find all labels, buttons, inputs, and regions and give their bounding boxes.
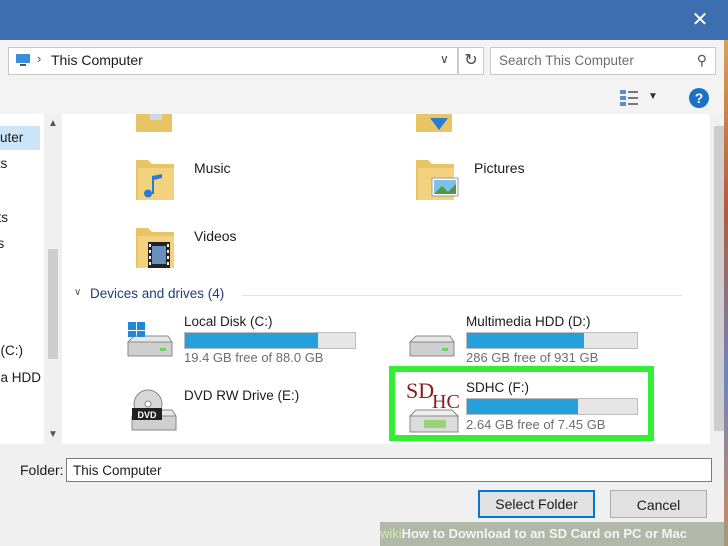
navigation-row: › This Computer ∨ ↻ Search This Computer… <box>0 40 728 82</box>
dvd-label: DVD <box>137 410 157 420</box>
capacity-bar <box>466 332 638 349</box>
scroll-up-icon[interactable]: ▲ <box>48 118 58 129</box>
watermark-text: How to Download to an SD Card on PC or M… <box>401 526 687 541</box>
hard-drive-icon <box>126 322 173 357</box>
drive-name: Local Disk (C:) <box>184 314 273 329</box>
select-folder-button[interactable]: Select Folder <box>478 490 595 518</box>
videos-folder-icon <box>136 228 174 268</box>
navigation-pane: uter cts nts ds k (C:) dia HDD ) <box>0 114 44 444</box>
title-bar: ✕ <box>0 0 728 40</box>
folder-videos[interactable]: Videos <box>134 222 364 282</box>
devices-group-header[interactable]: ∨ Devices and drives (4) <box>74 286 684 306</box>
nav-item-multimedia-hdd[interactable]: dia HDD <box>0 370 41 385</box>
capacity-bar <box>184 332 356 349</box>
search-icon[interactable]: ⚲ <box>697 52 707 69</box>
chevron-right-icon: › <box>37 51 42 66</box>
chevron-down-icon[interactable]: ∨ <box>440 52 449 66</box>
content-pane: Music Pictures Videos ∨ Devices and driv… <box>62 114 710 444</box>
drive-name: Multimedia HDD (D:) <box>466 314 591 329</box>
pictures-folder-icon <box>416 160 459 200</box>
nav-item-downloads-2[interactable]: ds <box>0 236 4 251</box>
computer-icon <box>16 54 30 66</box>
search-placeholder: Search This Computer <box>499 53 634 68</box>
close-icon[interactable]: ✕ <box>690 10 710 30</box>
capacity-fill <box>467 333 585 348</box>
watermark-wiki: wiki <box>380 526 402 541</box>
folder-field-label: Folder: <box>20 462 64 478</box>
view-options-icon[interactable] <box>620 90 638 106</box>
nav-scrollbar[interactable]: ▲ ▼ <box>44 114 62 444</box>
address-bar[interactable]: › This Computer ∨ <box>8 47 458 75</box>
drive-name: DVD RW Drive (E:) <box>184 388 300 403</box>
breadcrumb[interactable]: This Computer <box>51 52 143 68</box>
scroll-thumb[interactable] <box>714 126 724 431</box>
drive-multimedia-hdd-d[interactable]: Multimedia HDD (D:) 286 GB free of 931 G… <box>406 314 656 374</box>
downloads-folder-icon[interactable] <box>414 114 458 134</box>
nav-item-local-disk[interactable]: k (C:) <box>0 343 23 358</box>
refresh-button[interactable]: ↻ <box>458 47 484 75</box>
drive-dvd-rw-e[interactable]: DVD DVD RW Drive (E:) <box>124 388 374 444</box>
music-folder-icon <box>136 160 174 200</box>
chevron-down-icon[interactable]: ∨ <box>74 287 81 298</box>
documents-folder-icon[interactable] <box>134 114 174 134</box>
free-space-text: 286 GB free of 931 GB <box>466 350 599 365</box>
help-icon[interactable]: ? <box>689 88 709 108</box>
folder-label: Music <box>194 160 231 176</box>
nav-item-downloads[interactable]: nts <box>0 210 8 225</box>
drive-local-disk-c[interactable]: Local Disk (C:) 19.4 GB free of 88.0 GB <box>124 314 374 374</box>
free-space-text: 19.4 GB free of 88.0 GB <box>184 350 324 365</box>
hard-drive-icon <box>408 335 455 357</box>
folder-label: Videos <box>194 228 237 244</box>
folder-music[interactable]: Music <box>134 154 364 214</box>
dvd-drive-icon: DVD <box>130 389 177 431</box>
folder-field[interactable]: This Computer <box>66 458 712 482</box>
folder-pictures[interactable]: Pictures <box>414 154 644 214</box>
cancel-button[interactable]: Cancel <box>610 490 707 518</box>
search-input[interactable]: Search This Computer ⚲ <box>490 47 716 75</box>
nav-item-documents[interactable]: cts <box>0 156 7 171</box>
folder-label: Pictures <box>474 160 525 176</box>
scroll-down-icon[interactable]: ▼ <box>48 429 58 440</box>
divider <box>242 295 682 296</box>
capacity-fill <box>185 333 318 348</box>
toolbar: ▼ ? <box>0 82 728 114</box>
background-edge <box>724 40 728 546</box>
view-dropdown-icon[interactable]: ▼ <box>648 91 658 102</box>
group-label: Devices and drives (4) <box>90 286 225 301</box>
scroll-thumb[interactable] <box>48 249 58 359</box>
nav-item-this-computer[interactable]: uter <box>0 126 40 150</box>
watermark: wikiHow to Download to an SD Card on PC … <box>380 522 728 546</box>
highlight-box <box>389 366 654 441</box>
